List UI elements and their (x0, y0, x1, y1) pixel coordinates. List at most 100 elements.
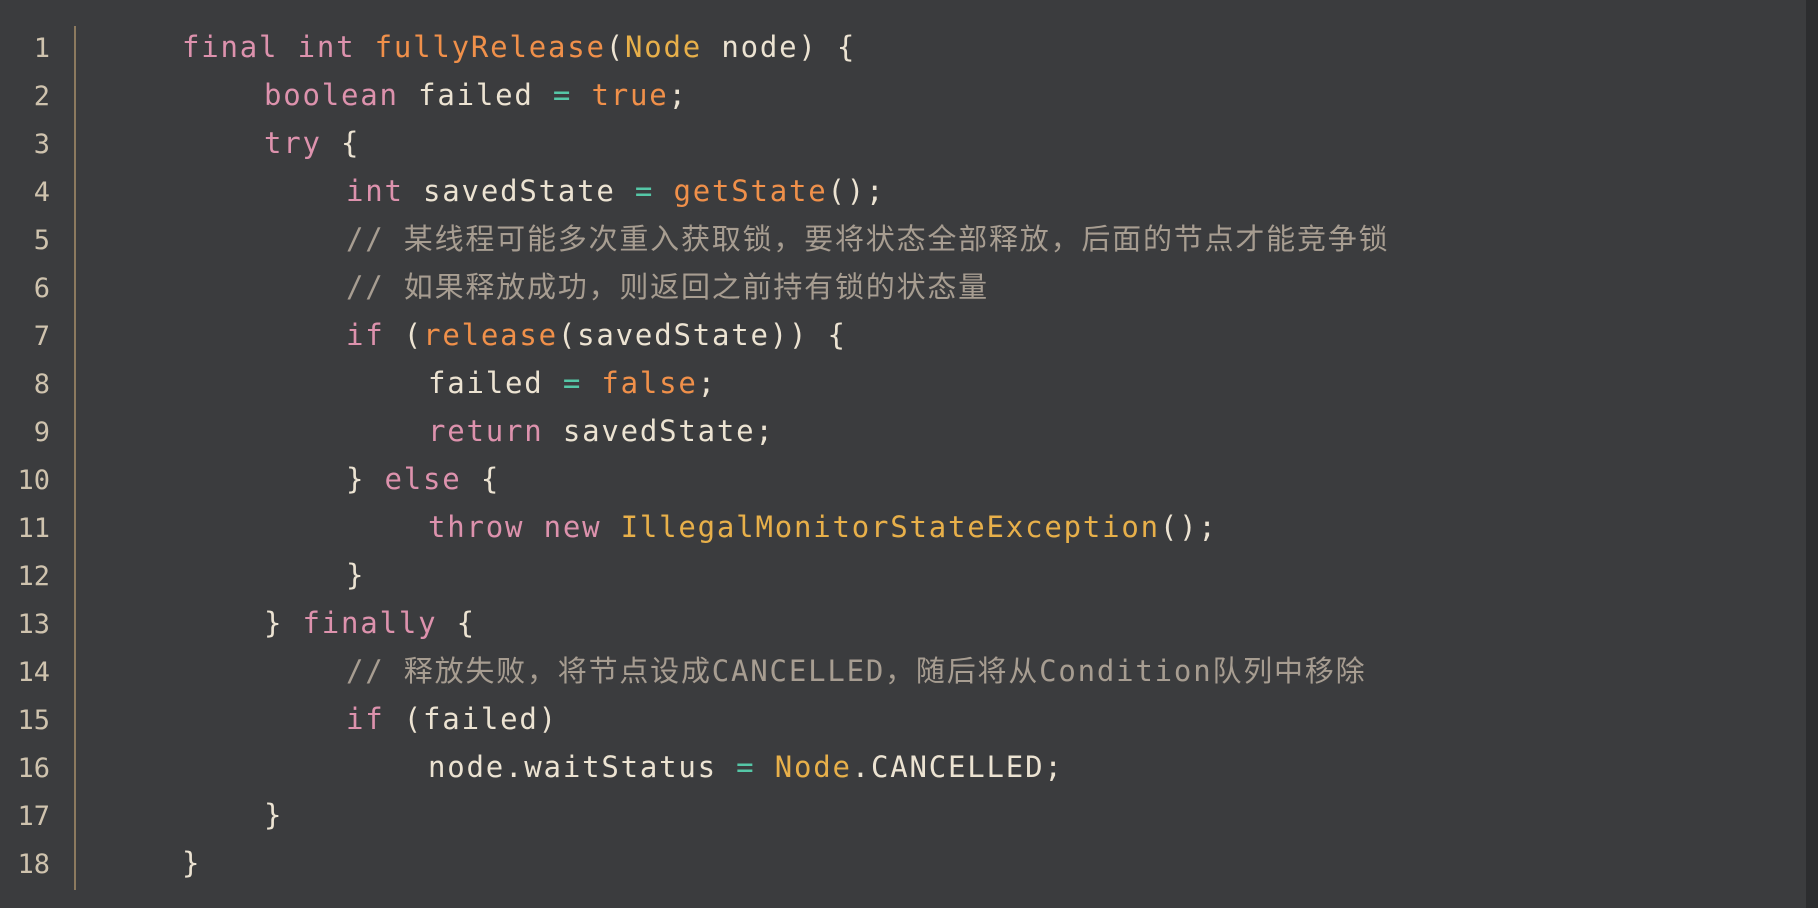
code-line[interactable]: 11 throw new IllegalMonitorStateException… (0, 503, 1790, 551)
code-line[interactable]: 13} finally { (0, 599, 1790, 647)
code-token: // 释放失败，将节点设成CANCELLED，随后将从Condition队列中移… (346, 654, 1367, 688)
code-token: } (264, 606, 303, 640)
code-text: final int fullyRelease(Node node) { (182, 23, 856, 71)
line-number: 12 (17, 561, 50, 592)
code-token: throw (428, 510, 525, 544)
code-text: } (182, 839, 201, 887)
code-text: node.waitStatus = Node.CANCELLED; (428, 743, 1064, 791)
code-token: = (562, 366, 583, 400)
code-token: savedState; (543, 414, 775, 448)
line-number: 17 (17, 801, 50, 832)
code-token: = (736, 750, 756, 784)
code-token: ; (668, 78, 688, 112)
code-line[interactable]: 3 try { (0, 119, 1790, 167)
line-number: 8 (33, 369, 50, 400)
code-token: release (423, 318, 558, 352)
code-line[interactable]: 6 // 如果释放成功，则返回之前持有锁的状态量 (0, 263, 1790, 311)
code-token: finally (302, 606, 438, 640)
code-text: try { (264, 119, 360, 167)
line-number: 18 (17, 849, 50, 880)
code-text: } else { (346, 455, 500, 503)
code-line[interactable]: 14 // 释放失败，将节点设成CANCELLED，随后将从Condition队列… (0, 647, 1790, 695)
line-number: 16 (17, 753, 50, 784)
line-number: 13 (17, 609, 50, 640)
code-line[interactable]: 15 if (failed) (0, 695, 1790, 743)
code-line[interactable]: 5 // 某线程可能多次重入获取锁，要将状态全部释放，后面的节点才能竞争锁 (0, 215, 1790, 263)
code-token: { (437, 606, 476, 640)
code-line[interactable]: 10 } else { (0, 455, 1790, 503)
line-number: 5 (33, 225, 50, 256)
code-text: // 释放失败，将节点设成CANCELLED，随后将从Condition队列中移… (346, 647, 1366, 695)
code-line[interactable]: 12} (0, 551, 1790, 599)
code-token: int (346, 174, 404, 208)
code-token: getState (673, 174, 828, 208)
code-line[interactable]: 7 if (release(savedState)) { (0, 311, 1790, 359)
code-token: failed (428, 366, 563, 400)
code-line[interactable]: 16 node.waitStatus = Node.CANCELLED; (0, 743, 1790, 791)
line-number: 10 (17, 465, 50, 496)
code-text: // 某线程可能多次重入获取锁，要将状态全部释放，后面的节点才能竞争锁 (346, 215, 1389, 263)
line-number: 2 (33, 81, 50, 112)
code-text: // 如果释放成功，则返回之前持有锁的状态量 (346, 263, 989, 311)
code-token: node.waitStatus (428, 750, 737, 784)
code-token: failed (398, 78, 553, 112)
code-text: if (release(savedState)) { (346, 311, 847, 359)
code-line[interactable]: 2 boolean failed = true; (0, 71, 1790, 119)
code-line[interactable]: 1 final int fullyRelease(Node node) { (0, 23, 1790, 71)
code-token: node) { (702, 30, 857, 64)
code-token: // 如果释放成功，则返回之前持有锁的状态量 (346, 270, 989, 304)
code-token: { (321, 126, 361, 160)
code-token: ( (605, 30, 626, 64)
code-token: } (346, 462, 385, 496)
code-token: boolean (264, 78, 399, 112)
code-line[interactable]: 9 return savedState; (0, 407, 1790, 455)
code-text: failed = false; (428, 359, 717, 407)
code-token: int (297, 30, 356, 64)
code-line[interactable]: 8 failed = false; (0, 359, 1790, 407)
code-token: false (601, 366, 698, 400)
line-number: 7 (33, 321, 50, 352)
code-line[interactable]: 18} (0, 839, 1790, 887)
line-number: 15 (17, 705, 50, 736)
code-text: } (346, 551, 365, 599)
code-token: .CANCELLED; (851, 750, 1064, 784)
code-token: // 某线程可能多次重入获取锁，要将状态全部释放，后面的节点才能竞争锁 (346, 222, 1390, 256)
code-token: Node (625, 30, 703, 64)
code-editor[interactable]: 1 final int fullyRelease(Node node) { 2 boo… (0, 0, 1818, 908)
code-token: else (384, 462, 462, 496)
line-number: 3 (33, 129, 50, 160)
code-token: true (591, 78, 669, 112)
code-text: int savedState = getState(); (346, 167, 885, 215)
code-token: ( (384, 318, 424, 352)
scrollbar[interactable] (1806, 0, 1818, 908)
line-number: 9 (33, 417, 50, 448)
code-token: Node (774, 750, 852, 784)
code-line[interactable]: 4 int savedState = getState(); (0, 167, 1790, 215)
code-token: = (552, 78, 573, 112)
code-token: } (346, 558, 366, 592)
line-number: 6 (33, 273, 50, 304)
code-token: if (346, 702, 385, 736)
code-text: if (failed) (346, 695, 558, 743)
code-token: (); (1159, 510, 1218, 544)
code-token: (savedState)) { (557, 318, 847, 352)
code-token: if (346, 318, 385, 352)
code-token: fullyRelease (374, 30, 606, 64)
code-text: } (264, 791, 283, 839)
code-line[interactable]: 17} (0, 791, 1790, 839)
code-token: final (182, 30, 279, 64)
code-token: try (264, 126, 322, 160)
code-text: } finally { (264, 599, 476, 647)
line-number: 14 (17, 657, 50, 688)
code-text: return savedState; (428, 407, 775, 455)
line-number: 4 (33, 177, 50, 208)
code-token: (failed) (384, 702, 558, 736)
